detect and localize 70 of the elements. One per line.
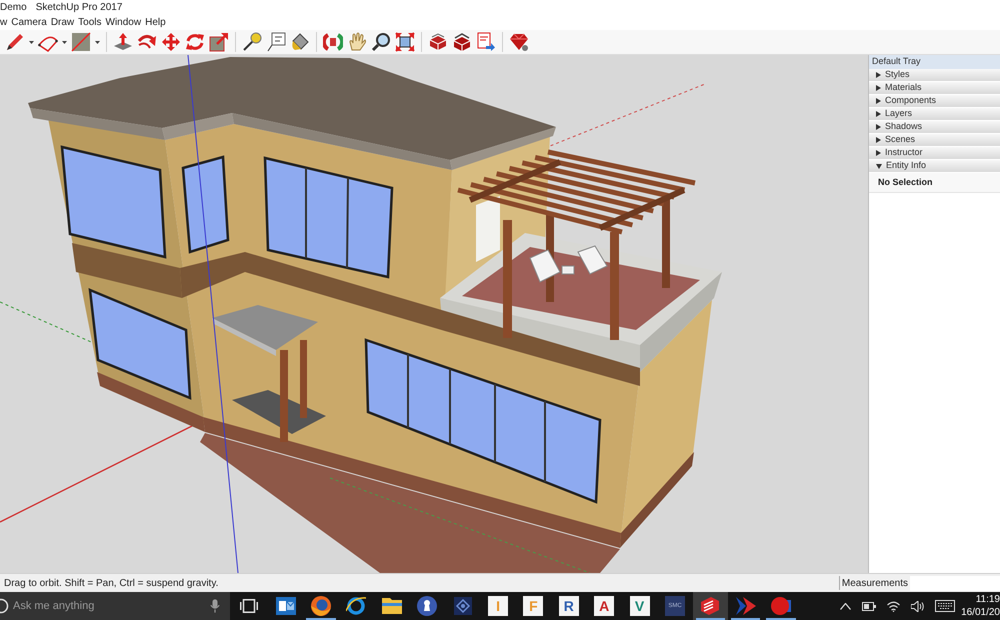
menu-item[interactable]: Camera bbox=[11, 18, 47, 28]
app-title: SketchUp Pro 2017 bbox=[36, 2, 122, 12]
magnifier-icon[interactable] bbox=[371, 32, 391, 52]
rectangle-icon[interactable] bbox=[71, 32, 91, 52]
wifi-icon bbox=[887, 600, 900, 612]
menu-item[interactable]: Draw bbox=[50, 18, 74, 28]
entity-info-text: No Selection bbox=[869, 173, 1000, 193]
circle-logo-icon bbox=[771, 597, 792, 615]
cube-logo-icon bbox=[701, 597, 720, 615]
taskbar-app-button[interactable]: R bbox=[551, 592, 587, 620]
app-logo-tile: V bbox=[630, 596, 650, 616]
envelope-tile-icon bbox=[276, 597, 296, 615]
tray-panel-header[interactable]: Styles bbox=[869, 69, 1000, 82]
tray-panel-header[interactable]: Scenes bbox=[869, 134, 1000, 147]
tray-title: Default Tray bbox=[869, 55, 1000, 69]
tray-panel-header[interactable]: Shadows bbox=[869, 121, 1000, 134]
keyboard-icon bbox=[935, 600, 956, 612]
tray-panel-header[interactable]: Layers bbox=[869, 108, 1000, 121]
gem-icon[interactable] bbox=[509, 32, 529, 52]
taskbar-app-button[interactable] bbox=[692, 592, 728, 620]
taskbar-app-button[interactable]: V bbox=[622, 592, 658, 620]
menu-item[interactable]: Help bbox=[145, 18, 166, 28]
tray-panel-header[interactable]: Components bbox=[869, 95, 1000, 108]
clock-time[interactable]: 11:19 bbox=[976, 593, 1000, 606]
keyhole-icon bbox=[417, 596, 438, 616]
caret-icon[interactable] bbox=[62, 40, 67, 44]
search-field[interactable]: Ask me anything bbox=[0, 592, 230, 620]
measurements-field[interactable] bbox=[910, 576, 1000, 590]
task-view-icon bbox=[240, 599, 258, 613]
volume-icon bbox=[911, 600, 924, 612]
document-name: Demo bbox=[0, 2, 27, 12]
app-logo-tile: F bbox=[523, 596, 544, 616]
status-hint: Drag to orbit. Shift = Pan, Ctrl = suspend gravity. bbox=[3, 576, 220, 590]
app-logo-tile: I bbox=[488, 596, 508, 616]
folder-icon bbox=[382, 598, 402, 614]
battery-icon bbox=[862, 602, 876, 610]
menu-item[interactable]: Tools bbox=[78, 18, 102, 28]
label-icon[interactable] bbox=[266, 32, 286, 52]
clock-date[interactable]: 16/01/20 bbox=[961, 606, 1000, 619]
measurements-label: Measurements bbox=[840, 576, 909, 590]
app-logo-tile: A bbox=[594, 596, 614, 616]
app-logo-tile: R bbox=[558, 596, 579, 616]
microphone-icon bbox=[210, 599, 220, 613]
expand-arrows-icon[interactable] bbox=[395, 32, 415, 52]
push-pull-icon[interactable] bbox=[113, 32, 133, 52]
tray-panel-header[interactable]: Materials bbox=[869, 82, 1000, 95]
taskbar-app-button[interactable]: A bbox=[586, 592, 622, 620]
tape-measure-icon[interactable] bbox=[242, 32, 262, 52]
diamond-icon bbox=[454, 597, 472, 615]
document-arrow-icon[interactable] bbox=[476, 32, 496, 52]
rotate-icon[interactable] bbox=[185, 32, 205, 52]
box-stack-icon[interactable] bbox=[452, 32, 472, 52]
chevron-up-icon bbox=[840, 602, 852, 610]
orbit-icon[interactable] bbox=[323, 32, 343, 52]
flame-globe-icon bbox=[311, 596, 332, 616]
tray-panel-header[interactable]: Instructor bbox=[869, 147, 1000, 160]
scale-icon[interactable] bbox=[209, 32, 229, 52]
ring-swoosh-icon bbox=[346, 596, 366, 616]
pencil-icon[interactable] bbox=[5, 32, 25, 52]
box-stack-icon[interactable] bbox=[428, 32, 448, 52]
paint-bucket-icon[interactable] bbox=[290, 32, 310, 52]
chevron-logo-icon bbox=[736, 597, 756, 615]
ring-icon bbox=[0, 598, 9, 614]
caret-icon[interactable] bbox=[95, 40, 100, 44]
menu-item[interactable]: w bbox=[0, 18, 8, 28]
caret-icon[interactable] bbox=[29, 40, 34, 44]
move-icon[interactable] bbox=[161, 32, 181, 52]
model-viewport[interactable] bbox=[0, 55, 868, 573]
tray-panel-header[interactable]: Entity Info bbox=[869, 160, 1000, 173]
menu-item[interactable]: Window bbox=[106, 18, 142, 28]
